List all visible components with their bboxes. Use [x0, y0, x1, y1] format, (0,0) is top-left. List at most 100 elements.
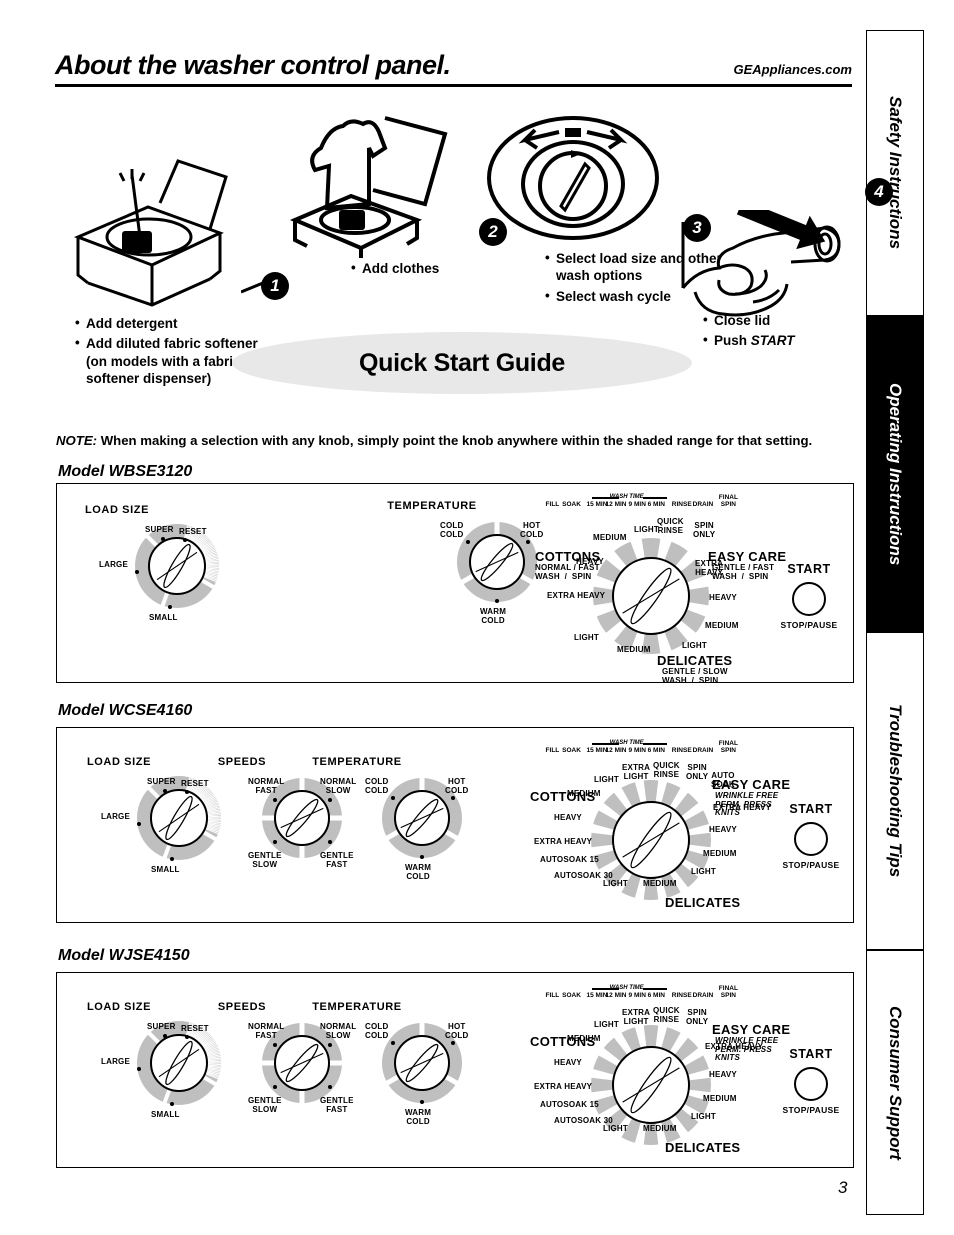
load-size-label-small: SMALL — [149, 613, 178, 622]
wash-time-tick: SOAK — [562, 501, 581, 508]
stop-pause-label: STOP/PAUSE — [782, 860, 840, 870]
wash-time-tick: 6 MIN — [647, 501, 665, 508]
cycle-pos-quick-rinse: QUICK RINSE — [653, 761, 680, 779]
cycle-group-easy-care: EASY CARE — [712, 1022, 791, 1037]
dial-indicator-dot — [526, 540, 530, 544]
caption-bullet: Close lid — [703, 311, 873, 329]
dial-indicator-dot — [273, 1085, 277, 1089]
load-size-label-super: SUPER — [147, 777, 176, 786]
dial-indicator-dot — [391, 796, 395, 800]
start-label: START — [789, 802, 833, 816]
cycle-pos-extra-heavy-left: EXTRA HEAVY — [547, 591, 606, 600]
load-size-label-small: SMALL — [151, 865, 180, 874]
sidebar-item-troubleshooting-tips[interactable]: Troubleshooting Tips — [866, 632, 924, 950]
dial-indicator-dot — [185, 790, 189, 794]
wash-time-tick: FILL — [545, 501, 560, 508]
start-button[interactable]: START STOP/PAUSE — [771, 1047, 851, 1117]
sidebar-item-consumer-support[interactable]: Consumer Support — [866, 950, 924, 1215]
wash-time-strip-1: FILL SOAK 15 MIN 12 MIN 9 MIN 6 MIN RINSE DRAIN… — [545, 494, 757, 514]
load-size-knob[interactable] — [133, 522, 221, 610]
dial-indicator-dot — [168, 605, 172, 609]
wash-time-tick: FINAL SPIN — [718, 740, 738, 754]
start-button-circle[interactable] — [794, 822, 828, 856]
wash-time-tick: RINSE — [671, 992, 692, 999]
cycle-group-delicates: DELICATES — [657, 653, 733, 668]
tab-label: Consumer Support — [886, 1005, 905, 1160]
temperature-dial-title: TEMPERATURE — [387, 500, 477, 512]
wash-time-tick: DRAIN — [692, 992, 714, 999]
dial-indicator-dot — [183, 538, 187, 542]
wash-time-tick: 9 MIN — [628, 992, 646, 999]
wash-time-bar-left — [591, 497, 620, 499]
note-label: NOTE: — [56, 433, 98, 448]
load-size-label-reset: RESET — [179, 527, 207, 536]
dial-indicator-dot — [273, 840, 277, 844]
dial-indicator-dot — [466, 540, 470, 544]
cycle-pos-light-lower-left: LIGHT — [603, 879, 628, 888]
cycle-pos-medium-upper-left: MEDIUM — [567, 789, 601, 798]
start-button-wbse3120[interactable]: START STOP/PAUSE — [769, 562, 849, 632]
wash-time-tick: 6 MIN — [647, 992, 665, 999]
dial-indicator-dot — [495, 599, 499, 603]
load-size-label-large: LARGE — [101, 1057, 130, 1066]
start-button-circle[interactable] — [794, 1067, 828, 1101]
temperature-label-warm-cold: WARM COLD — [405, 863, 432, 881]
cycle-pos-light-lower-left: LIGHT — [603, 1124, 628, 1133]
load-size-knob[interactable] — [135, 1019, 223, 1107]
speeds-label-gentle-slow: GENTLE SLOW — [248, 1096, 282, 1114]
dial-indicator-dot — [161, 537, 165, 541]
load-size-dial-title: LOAD SIZE — [86, 1001, 152, 1013]
load-size-label-reset: RESET — [181, 1024, 209, 1033]
cycle-pos-spin-only: SPIN ONLY — [686, 763, 709, 781]
temperature-label-warm-cold: WARM COLD — [480, 607, 507, 625]
temperature-label-warm-cold: WARM COLD — [405, 1108, 432, 1126]
step-1-leader — [241, 281, 263, 294]
dial-indicator-dot — [273, 1043, 277, 1047]
start-button-circle[interactable] — [792, 582, 826, 616]
sidebar-item-safety-instructions[interactable]: Safety Instructions — [866, 30, 924, 316]
speeds-label-normal-slow: NORMAL SLOW — [320, 1022, 357, 1040]
sidebar-item-operating-instructions[interactable]: Operating Instructions — [866, 316, 924, 632]
control-panel-wjse4150: LOAD SIZE SUPER RESET LARGE SMALL SPEEDS NORMA… — [56, 972, 854, 1168]
dial-indicator-dot — [163, 1034, 167, 1038]
speeds-dial-title: SPEEDS — [217, 756, 267, 768]
speeds-label-gentle-fast: GENTLE FAST — [320, 851, 354, 869]
start-button[interactable]: START STOP/PAUSE — [771, 802, 851, 872]
cycle-pos-quick-rinse: QUICK RINSE — [653, 1006, 680, 1024]
cycle-pos-medium-bottom: MEDIUM — [617, 645, 651, 654]
wash-time-bar-right — [642, 743, 667, 745]
temperature-label-hot-cold: HOT COLD — [445, 1022, 469, 1040]
cycle-pos-heavy-right: HEAVY — [709, 593, 737, 602]
cycle-pos-light-lower-right: LIGHT — [691, 1112, 716, 1121]
cycle-pos-medium-right: MEDIUM — [703, 1094, 737, 1103]
wash-time-strip: FILL SOAK 15 MIN 12 MIN 9 MIN 6 MIN RINSE DRAIN… — [545, 740, 757, 760]
caption-bullet: Push START — [703, 331, 873, 349]
wash-time-tick: RINSE — [671, 501, 692, 508]
cycle-pos-heavy-left: HEAVY — [554, 1058, 582, 1067]
ge-appliances-url[interactable]: GEAppliances.com — [734, 62, 852, 77]
dial-indicator-dot — [163, 789, 167, 793]
step-4-badge: 4 — [865, 178, 893, 206]
cycle-pos-extra-heavy-left: EXTRA HEAVY — [534, 837, 593, 846]
wash-time-tick: 12 MIN — [605, 992, 627, 999]
step-1-caption: Add detergent Add diluted fabric softene… — [75, 314, 265, 390]
dial-indicator-dot — [137, 822, 141, 826]
note-text: When making a selection with any knob, s… — [100, 433, 813, 448]
wash-time-tick: FILL — [545, 992, 560, 999]
tab-label: Safety Instructions — [886, 96, 905, 250]
load-size-knob[interactable] — [135, 774, 223, 862]
step-4-caption: Close lid Push START — [703, 311, 873, 353]
temperature-dial-title: TEMPERATURE — [312, 1001, 402, 1013]
speeds-dial-title: SPEEDS — [217, 1001, 267, 1013]
dial-indicator-dot — [137, 1067, 141, 1071]
note-line: NOTE: When making a selection with any k… — [56, 433, 812, 448]
wash-time-strip: FILL SOAK 15 MIN 12 MIN 9 MIN 6 MIN RINSE DRAIN… — [545, 985, 757, 1005]
cycle-pos-extra-heavy-left: EXTRA HEAVY — [534, 1082, 593, 1091]
temperature-label-hot-cold: HOT COLD — [445, 777, 469, 795]
wash-time-tick: FINAL SPIN — [718, 985, 738, 999]
dial-indicator-dot — [273, 798, 277, 802]
cycle-pos-medium-top: MEDIUM — [593, 533, 627, 542]
dial-indicator-dot — [420, 1100, 424, 1104]
cycle-knob-wbse3120[interactable] — [591, 536, 711, 656]
wash-time-tick: 9 MIN — [628, 747, 646, 754]
